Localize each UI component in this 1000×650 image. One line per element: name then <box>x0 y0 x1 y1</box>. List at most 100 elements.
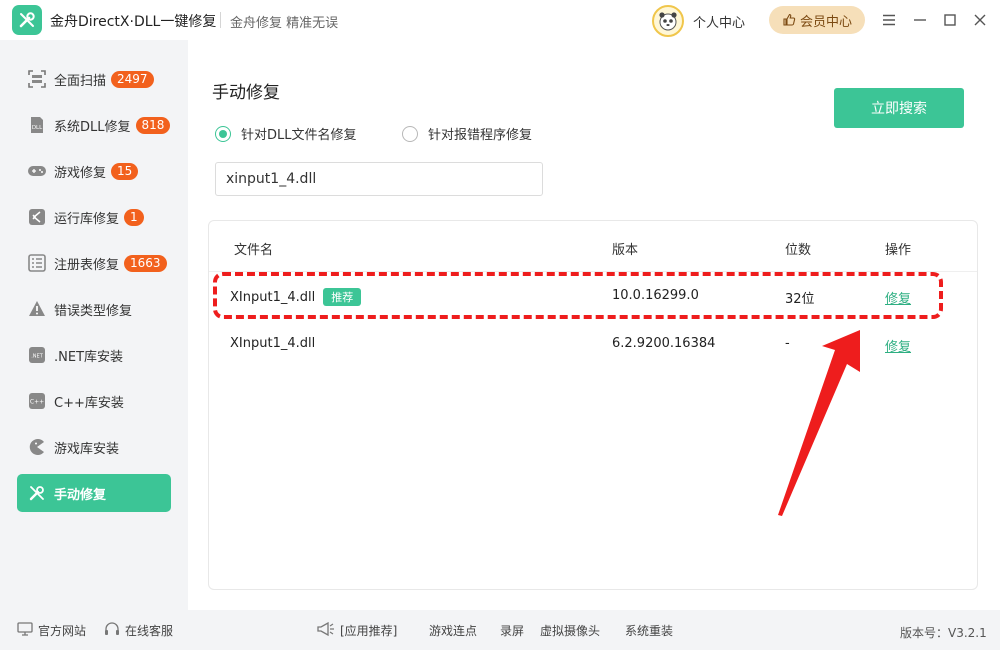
footer-link-screen-record[interactable]: 录屏 <box>500 622 524 639</box>
column-header-version: 版本 <box>612 243 639 258</box>
radio-by-filename[interactable]: 针对DLL文件名修复 <box>215 124 357 143</box>
sidebar-item-label: 全面扫描 <box>54 73 107 89</box>
column-header-filename: 文件名 <box>234 243 274 258</box>
app-title: 金舟DirectX·DLL一键修复 <box>50 14 217 30</box>
tools-icon <box>27 483 47 503</box>
user-center-link[interactable]: 个人中心 <box>693 12 745 31</box>
visual-studio-icon <box>27 207 47 227</box>
results-table: 文件名 版本 位数 操作 XInput1_4.dll 推荐 10.0.16299.… <box>208 220 978 590</box>
sidebar-item-label: 系统DLL修复 <box>54 119 131 135</box>
close-icon <box>974 14 986 26</box>
warning-icon <box>27 299 47 319</box>
recommend-tag: 推荐 <box>323 288 362 306</box>
radio-unchecked-indicator <box>402 125 418 142</box>
dll-filename-input[interactable] <box>215 162 543 196</box>
svg-text:.NET: .NET <box>31 354 43 360</box>
table-row: XInput1_4.dll 6.2.9200.16384 - 修复 <box>209 325 977 365</box>
headset-icon <box>104 622 120 639</box>
app-logo <box>12 5 42 35</box>
hamburger-menu-icon <box>883 14 895 26</box>
dotnet-icon: .NET <box>27 345 47 365</box>
sidebar-item-label: 游戏修复 <box>54 165 107 181</box>
sidebar-item-dotnet-install[interactable]: .NET .NET库安装 <box>17 336 171 374</box>
maximize-button[interactable] <box>940 10 960 30</box>
sidebar-item-full-scan[interactable]: 全面扫描 2497 <box>17 60 171 98</box>
minimize-icon <box>914 19 926 21</box>
main-panel: 手动修复 立即搜索 针对DLL文件名修复 针对报错程序修复 文件名 版本 位数 … <box>188 40 1000 610</box>
count-badge: 1663 <box>124 254 167 272</box>
panda-avatar-icon <box>659 12 677 31</box>
sidebar-item-label: 手动修复 <box>54 487 107 503</box>
sidebar-item-game-repair[interactable]: 游戏修复 15 <box>17 152 171 190</box>
sidebar-item-label: .NET库安装 <box>54 349 124 365</box>
file-name-cell: XInput1_4.dll <box>230 336 315 351</box>
footer-link-game-clicker[interactable]: 游戏连点 <box>429 622 477 639</box>
official-site-link[interactable]: 官方网站 <box>17 622 86 639</box>
sidebar-item-label: 注册表修复 <box>54 257 120 273</box>
svg-text:C++: C++ <box>30 399 44 406</box>
app-recommend: [应用推荐] <box>317 621 398 639</box>
sidebar-item-game-library[interactable]: 游戏库安装 <box>17 428 171 466</box>
count-badge: 1 <box>124 208 144 226</box>
column-header-bits: 位数 <box>785 243 812 258</box>
sidebar-item-label: 游戏库安装 <box>54 441 120 457</box>
radio-by-program[interactable]: 针对报错程序修复 <box>402 124 532 143</box>
scan-icon <box>27 69 47 89</box>
sidebar-item-cpp-install[interactable]: C++ C++库安装 <box>17 382 171 420</box>
title-divider <box>220 12 221 28</box>
page-title: 手动修复 <box>212 83 280 103</box>
online-service-label: 在线客服 <box>125 624 174 638</box>
radio-checked-indicator <box>215 125 231 142</box>
website-icon <box>17 622 33 639</box>
sidebar-item-manual-repair[interactable]: 手动修复 <box>17 474 171 512</box>
repair-link[interactable]: 修复 <box>885 288 911 307</box>
radio-label: 针对报错程序修复 <box>428 128 533 143</box>
version-label: 版本号：V3.2.1 <box>900 626 987 640</box>
registry-icon <box>27 253 47 273</box>
sidebar-item-runtime-repair[interactable]: 运行库修复 1 <box>17 198 171 236</box>
column-header-action: 操作 <box>885 243 912 258</box>
avatar[interactable] <box>652 5 684 37</box>
search-now-button[interactable]: 立即搜索 <box>834 88 964 128</box>
sidebar-item-label: C++库安装 <box>54 395 124 411</box>
vip-center-label: 会员中心 <box>799 13 852 29</box>
official-site-label: 官方网站 <box>38 624 87 638</box>
count-badge: 2497 <box>111 70 154 88</box>
thumb-up-icon <box>783 13 796 26</box>
file-name-cell: XInput1_4.dll 推荐 <box>230 288 362 306</box>
menu-button[interactable] <box>879 10 899 30</box>
gamepad-icon <box>27 161 47 181</box>
minimize-button[interactable] <box>910 10 930 30</box>
maximize-icon <box>944 14 956 26</box>
table-row: XInput1_4.dll 推荐 10.0.16299.0 32位 修复 <box>209 277 977 317</box>
footer: 官方网站 在线客服 [应用推荐] 游戏连点 录屏 虚拟摄像头 系统重装 版本号：… <box>0 610 1000 650</box>
repair-link[interactable]: 修复 <box>885 336 911 355</box>
file-name: XInput1_4.dll <box>230 336 316 351</box>
file-name: XInput1_4.dll <box>230 290 316 305</box>
sidebar-item-error-type[interactable]: 错误类型修复 <box>17 290 171 328</box>
footer-link-system-reinstall[interactable]: 系统重装 <box>625 622 673 639</box>
dll-icon: DLL <box>27 115 47 135</box>
sidebar-item-system-dll[interactable]: DLL 系统DLL修复 818 <box>17 106 171 144</box>
wrench-screwdriver-icon <box>19 12 35 28</box>
megaphone-icon <box>317 621 335 639</box>
sidebar: 全面扫描 2497 DLL 系统DLL修复 818 游戏修复 15 运行库修复 … <box>0 40 188 610</box>
footer-link-virtual-camera[interactable]: 虚拟摄像头 <box>540 622 600 639</box>
svg-text:DLL: DLL <box>32 125 43 131</box>
count-badge: 818 <box>135 116 171 134</box>
sidebar-item-registry-repair[interactable]: 注册表修复 1663 <box>17 244 171 282</box>
app-recommend-label: [应用推荐] <box>340 624 398 638</box>
count-badge: 15 <box>111 162 139 180</box>
close-button[interactable] <box>970 10 990 30</box>
version-cell: 10.0.16299.0 <box>612 288 699 303</box>
online-service-link[interactable]: 在线客服 <box>104 622 173 639</box>
pacman-icon <box>27 437 47 457</box>
cpp-icon: C++ <box>27 391 47 411</box>
version-cell: 6.2.9200.16384 <box>612 336 716 351</box>
bits-cell: - <box>785 336 790 351</box>
header-divider <box>209 271 977 272</box>
radio-label: 针对DLL文件名修复 <box>241 128 357 143</box>
bits-cell: 32位 <box>785 292 815 307</box>
vip-center-button[interactable]: 会员中心 <box>769 6 865 34</box>
title-bar: 金舟DirectX·DLL一键修复 金舟修复 精准无误 个人中心 会员中心 <box>0 0 1000 40</box>
